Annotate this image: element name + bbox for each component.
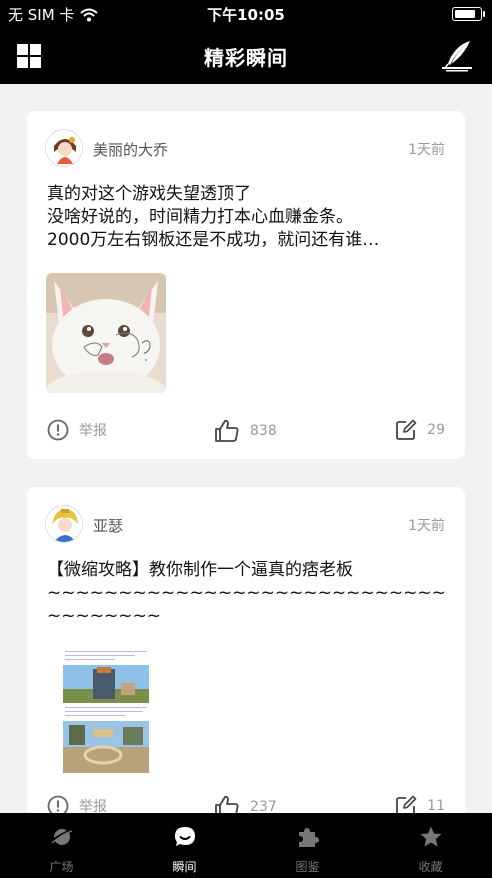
planet-icon: [49, 828, 73, 845]
status-time: 下午10:05: [207, 6, 285, 24]
page-title: 精彩瞬间: [204, 46, 288, 70]
report-label: 举报: [79, 799, 107, 813]
avatar[interactable]: [45, 505, 83, 543]
status-bar: 无 SIM 卡 下午10:05: [0, 0, 492, 28]
post-text-line: ~~~~~~~~~~~~~~~~~~~~~~~~~~~~~~~~~~~~: [47, 583, 447, 603]
username[interactable]: 亚瑟: [93, 515, 123, 536]
post-text-line: 【微缩攻略】教你制作一个逼真的痞老板: [47, 560, 353, 580]
post-text: 【微缩攻略】教你制作一个逼真的痞老板 ~~~~~~~~~~~~~~~~~~~~~…: [47, 559, 447, 628]
post-card[interactable]: 亚瑟 1天前 【微缩攻略】教你制作一个逼真的痞老板 ~~~~~~~~~~~~~~…: [27, 487, 465, 813]
post-image-kitten[interactable]: [46, 273, 166, 393]
warning-icon: [47, 419, 69, 441]
thumbs-up-icon: [215, 795, 239, 813]
tab-moments[interactable]: 瞬间: [123, 813, 246, 878]
comment-count: 11: [427, 798, 445, 813]
avatar[interactable]: [45, 129, 83, 167]
battery-icon: [452, 7, 485, 21]
like-button[interactable]: 838: [214, 419, 277, 443]
username[interactable]: 美丽的大乔: [93, 139, 168, 160]
post-image-game[interactable]: [63, 649, 149, 773]
post-actions: 举报 838 29: [27, 419, 465, 449]
post-card[interactable]: 美丽的大乔 1天前 真的对这个游戏失望透顶了 没啥好说的，时间精力打本心血赚金条…: [27, 111, 465, 459]
tab-bar: 广场 瞬间 图鉴 收藏: [0, 813, 492, 878]
tab-label: 广场: [49, 860, 74, 874]
warning-icon: [47, 795, 69, 813]
post-text-line: 2000万左右钢板还是不成功，就问还有谁…: [47, 230, 380, 250]
nav-bar: 精彩瞬间: [0, 28, 492, 84]
tab-label: 收藏: [418, 860, 443, 874]
star-icon: [420, 826, 441, 847]
post-text-line: ~~~~~~~~: [47, 606, 161, 626]
report-button[interactable]: 举报: [47, 419, 107, 441]
comment-count: 29: [427, 422, 445, 438]
moments-feed[interactable]: 美丽的大乔 1天前 真的对这个游戏失望透顶了 没啥好说的，时间精力打本心血赚金条…: [0, 84, 492, 813]
post-text-line: 真的对这个游戏失望透顶了: [47, 184, 251, 204]
edit-icon: [396, 795, 417, 813]
report-button[interactable]: 举报: [47, 795, 107, 813]
tab-atlas[interactable]: 图鉴: [246, 813, 369, 878]
comment-button[interactable]: 11: [395, 795, 445, 813]
post-text: 真的对这个游戏失望透顶了 没啥好说的，时间精力打本心血赚金条。 2000万左右钢…: [47, 183, 447, 252]
quill-icon[interactable]: [440, 40, 474, 72]
report-label: 举报: [79, 423, 107, 439]
comment-button[interactable]: 29: [395, 419, 445, 441]
post-actions: 举报 237 11: [27, 795, 465, 813]
tab-plaza[interactable]: 广场: [0, 813, 123, 878]
tab-label: 图鉴: [295, 860, 320, 874]
post-time: 1天前: [408, 518, 445, 534]
like-count: 838: [250, 423, 277, 439]
chat-bubble-icon: [174, 827, 195, 846]
like-count: 237: [250, 799, 277, 813]
post-text-line: 没啥好说的，时间精力打本心血赚金条。: [47, 207, 353, 227]
edit-icon: [396, 419, 417, 440]
post-time: 1天前: [408, 142, 445, 158]
thumbs-up-icon: [215, 419, 239, 442]
tab-label: 瞬间: [172, 860, 197, 874]
puzzle-icon: [298, 828, 319, 847]
tab-favorites[interactable]: 收藏: [369, 813, 492, 878]
like-button[interactable]: 237: [214, 795, 277, 813]
